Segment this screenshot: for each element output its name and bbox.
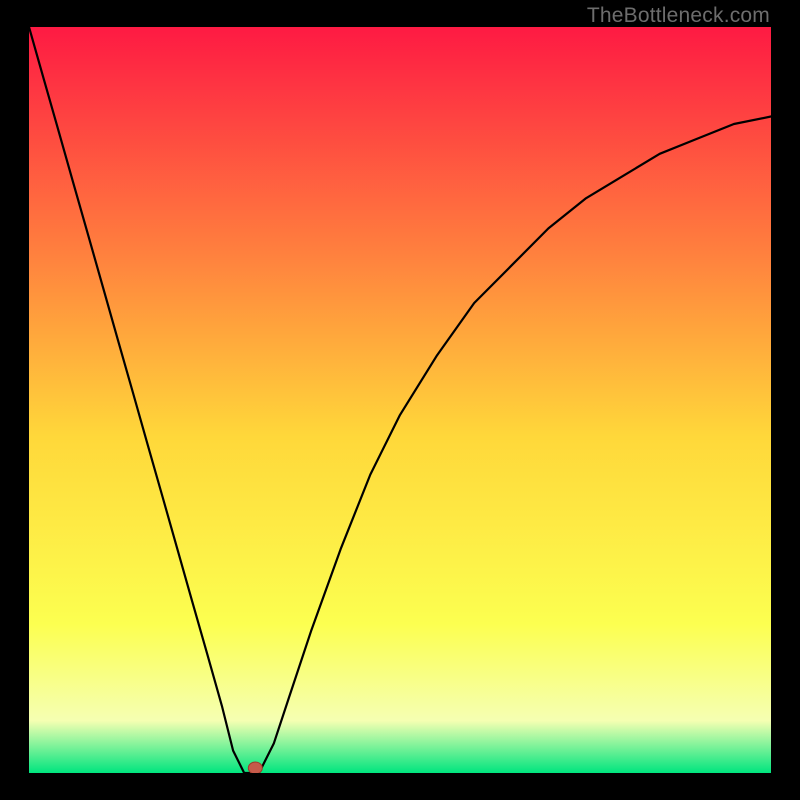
plot-area [29, 27, 771, 773]
gradient-bg [29, 27, 771, 773]
watermark-text: TheBottleneck.com [587, 4, 770, 28]
chart-frame: TheBottleneck.com [0, 0, 800, 800]
chart-svg [29, 27, 771, 773]
optimum-marker [248, 762, 262, 773]
